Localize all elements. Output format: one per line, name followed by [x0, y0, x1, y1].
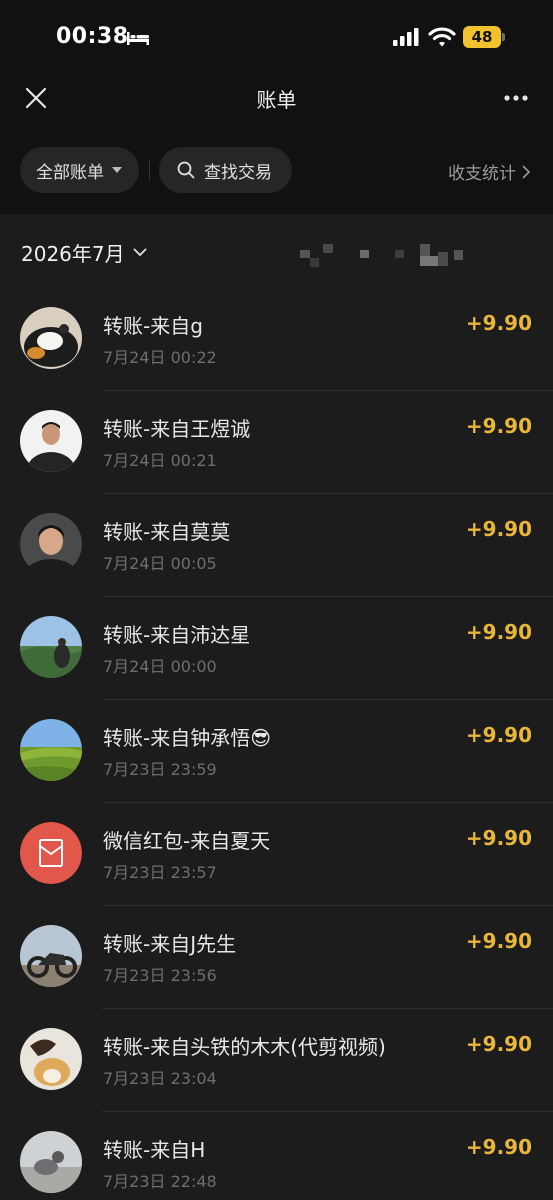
bed-icon	[127, 32, 149, 45]
transaction-title: 微信红包-来自夏天	[103, 829, 271, 853]
transaction-title: 转账-来自沛达星	[103, 623, 251, 647]
transaction-amount: +9.90	[465, 1032, 532, 1056]
transaction-row[interactable]: 转账-来自沛达星 7月24日 00:00 +9.90	[0, 597, 553, 700]
field-avatar	[20, 719, 82, 781]
transaction-title: 转账-来自g	[103, 314, 203, 338]
transaction-list: 转账-来自g 7月24日 00:22 +9.90 转账-来自王煜诚 7月24日 …	[0, 288, 553, 1200]
transaction-title: 转账-来自钟承悟😎	[103, 726, 272, 750]
transaction-time: 7月24日 00:21	[103, 451, 217, 470]
transaction-amount: +9.90	[465, 723, 532, 747]
transaction-title: 转账-来自王煜诚	[103, 417, 251, 441]
person-avatar	[20, 410, 82, 472]
transaction-row[interactable]: 转账-来自钟承悟😎 7月23日 23:59 +9.90	[0, 700, 553, 803]
transaction-amount: +9.90	[465, 311, 532, 335]
person-avatar	[20, 513, 82, 575]
transaction-time: 7月23日 23:59	[103, 760, 217, 779]
transaction-amount: +9.90	[465, 826, 532, 850]
battery-level: 48	[471, 28, 493, 46]
more-icon[interactable]	[500, 84, 532, 112]
motorcycle-avatar	[20, 925, 82, 987]
page-title: 账单	[256, 88, 297, 112]
transaction-time: 7月24日 00:22	[103, 348, 217, 367]
all-bills-label: 全部账单	[36, 162, 104, 183]
transaction-time: 7月23日 23:04	[103, 1069, 217, 1088]
transaction-title: 转账-来自头铁的木木(代剪视频)	[103, 1035, 386, 1059]
status-bar: 00:38 48	[0, 0, 553, 72]
month-bar: 2026年7月	[0, 214, 553, 288]
filter-bar: 全部账单 查找交易 收支统计	[0, 124, 553, 214]
landscape-avatar	[20, 616, 82, 678]
all-bills-dropdown[interactable]: 全部账单	[20, 147, 139, 193]
transaction-row[interactable]: 转账-来自g 7月24日 00:22 +9.90	[0, 288, 553, 391]
transaction-title: 转账-来自J先生	[103, 932, 237, 956]
close-icon[interactable]	[22, 84, 50, 112]
signal-icon	[393, 28, 419, 46]
room-avatar	[20, 1131, 82, 1193]
month-selector[interactable]: 2026年7月	[21, 238, 147, 267]
transaction-time: 7月24日 00:05	[103, 554, 217, 573]
chevron-down-icon	[133, 248, 147, 257]
transaction-row[interactable]: 微信红包-来自夏天 7月23日 23:57 +9.90	[0, 803, 553, 906]
transaction-amount: +9.90	[465, 517, 532, 541]
dog-avatar	[20, 307, 82, 369]
battery-icon: 48	[463, 26, 505, 48]
transaction-row[interactable]: 转账-来自H 7月23日 22:48 +9.90	[0, 1112, 553, 1200]
transaction-row[interactable]: 转账-来自王煜诚 7月24日 00:21 +9.90	[0, 391, 553, 494]
month-label: 2026年7月	[21, 242, 125, 266]
transaction-row[interactable]: 转账-来自头铁的木木(代剪视频) 7月23日 23:04 +9.90	[0, 1009, 553, 1112]
transaction-title: 转账-来自H	[103, 1138, 206, 1162]
transaction-time: 7月23日 22:48	[103, 1172, 217, 1191]
transaction-row[interactable]: 转账-来自J先生 7月23日 23:56 +9.90	[0, 906, 553, 1009]
transaction-amount: +9.90	[465, 929, 532, 953]
transaction-time: 7月23日 23:56	[103, 966, 217, 985]
transaction-time: 7月23日 23:57	[103, 863, 217, 882]
wifi-icon	[428, 27, 456, 47]
transaction-amount: +9.90	[465, 1135, 532, 1159]
transaction-row[interactable]: 转账-来自莫莫 7月24日 00:05 +9.90	[0, 494, 553, 597]
search-transactions-button[interactable]: 查找交易	[159, 147, 292, 193]
search-label: 查找交易	[204, 162, 272, 183]
pixelated-summary	[300, 244, 463, 267]
transaction-amount: +9.90	[465, 620, 532, 644]
chevron-right-icon	[522, 165, 531, 178]
caret-down-icon	[112, 167, 122, 173]
search-icon	[177, 161, 195, 179]
status-time: 00:38	[56, 24, 129, 49]
transaction-title: 转账-来自莫莫	[103, 520, 231, 544]
red-packet-icon	[20, 822, 82, 884]
dog-avatar	[20, 1028, 82, 1090]
income-expense-stats-link[interactable]: 收支统计	[448, 159, 531, 184]
transaction-amount: +9.90	[465, 414, 532, 438]
divider	[149, 159, 150, 181]
transaction-time: 7月24日 00:00	[103, 657, 217, 676]
stats-label: 收支统计	[448, 164, 516, 184]
nav-header: 账单	[0, 72, 553, 124]
